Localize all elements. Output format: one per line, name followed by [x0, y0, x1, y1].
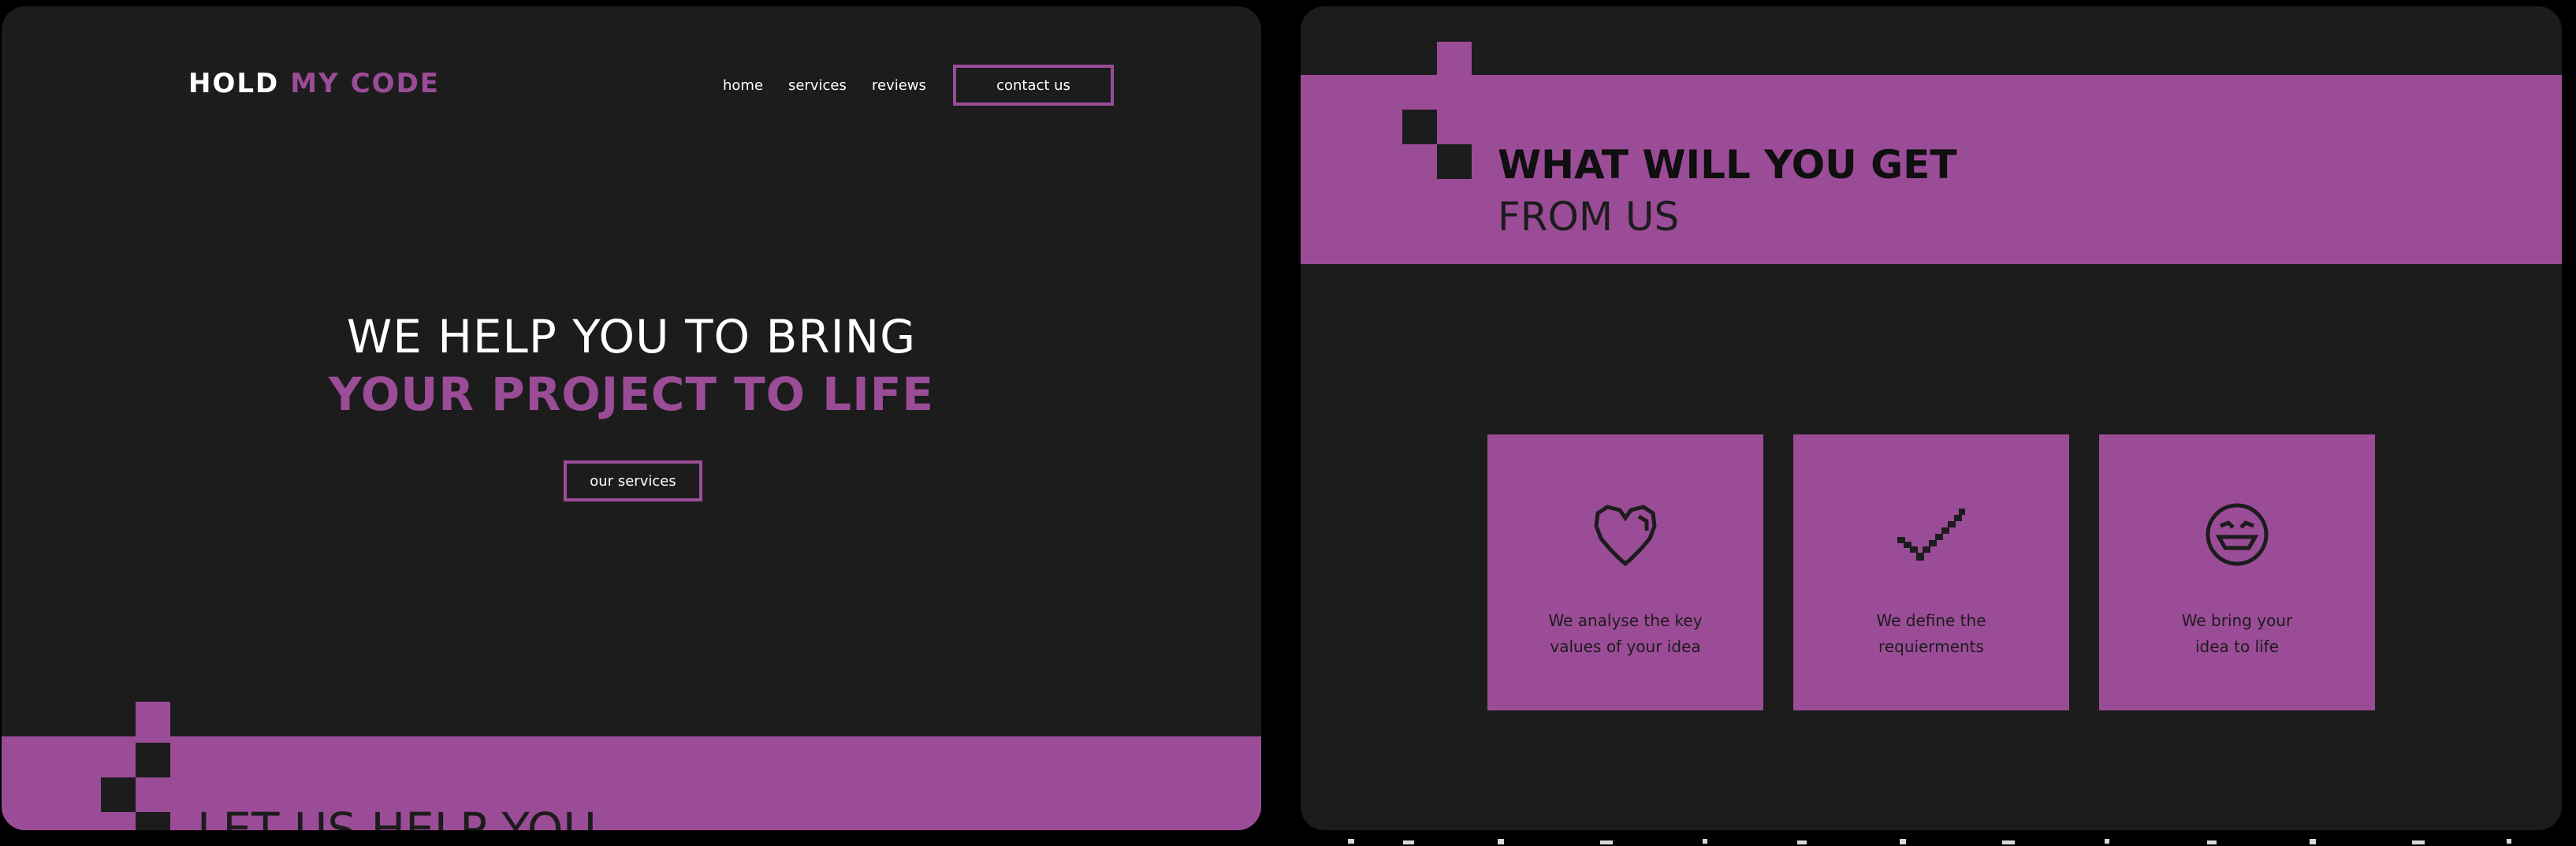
features-title-line2: FROM US [1498, 194, 1680, 240]
smiley-icon [2206, 503, 2269, 566]
features-title-line1: WHAT WILL YOU GET [1498, 142, 1957, 188]
logo[interactable]: HOLD MY CODE [188, 68, 440, 99]
feature-card-bring: We bring your idea to life [2099, 434, 2375, 710]
hero-heading-line1: WE HELP YOU TO BRING [346, 310, 917, 363]
pixel-decoration [136, 812, 170, 830]
feature-card-text: We analyse the key values of your idea [1503, 608, 1748, 660]
feature-card-text-line: requierments [1878, 637, 1984, 656]
pixel-decoration [1402, 110, 1437, 144]
features-page-panel: WHAT WILL YOU GET FROM US We analyse the… [1301, 6, 2562, 830]
nav-link-home[interactable]: home [723, 77, 763, 94]
feature-card-text-line: We define the [1876, 611, 1986, 630]
feature-card-analyse: We analyse the key values of your idea [1487, 434, 1763, 710]
pixel-decoration [1437, 42, 1472, 76]
pixel-decoration [1437, 144, 1472, 179]
feature-card-define: We define the requierments [1793, 434, 2069, 710]
feature-card-text-line: idea to life [2194, 637, 2280, 656]
nav-link-reviews[interactable]: reviews [872, 77, 926, 94]
feature-card-text-line: We analyse the key [1548, 611, 1703, 630]
pixel-decoration [136, 702, 170, 736]
hero-heading-line2: YOUR PROJECT TO LIFE [328, 367, 935, 421]
pixel-strip-decoration [1348, 839, 2511, 844]
logo-word-code: CODE [350, 68, 441, 99]
pixel-decoration [136, 743, 170, 777]
logo-word-hold: HOLD [188, 68, 280, 99]
nav-link-services[interactable]: services [788, 77, 847, 94]
feature-card-text: We bring your idea to life [2115, 608, 2359, 660]
landing-page-panel: HOLD MY CODE home services reviews contact… [2, 6, 1261, 830]
checkmark-icon [1897, 509, 1965, 561]
feature-card-text: We define the requierments [1809, 608, 2053, 660]
pixel-decoration [101, 777, 136, 812]
our-services-button[interactable]: our services [564, 460, 702, 501]
next-section-title: LET US HELP YOU [197, 803, 597, 830]
logo-word-my: MY [290, 68, 340, 99]
feature-card-text-line: values of your idea [1550, 637, 1701, 656]
heart-icon [1594, 505, 1657, 567]
next-section-band [2, 736, 1261, 830]
contact-us-button[interactable]: contact us [953, 65, 1114, 106]
feature-card-text-line: We bring your [2181, 611, 2293, 630]
